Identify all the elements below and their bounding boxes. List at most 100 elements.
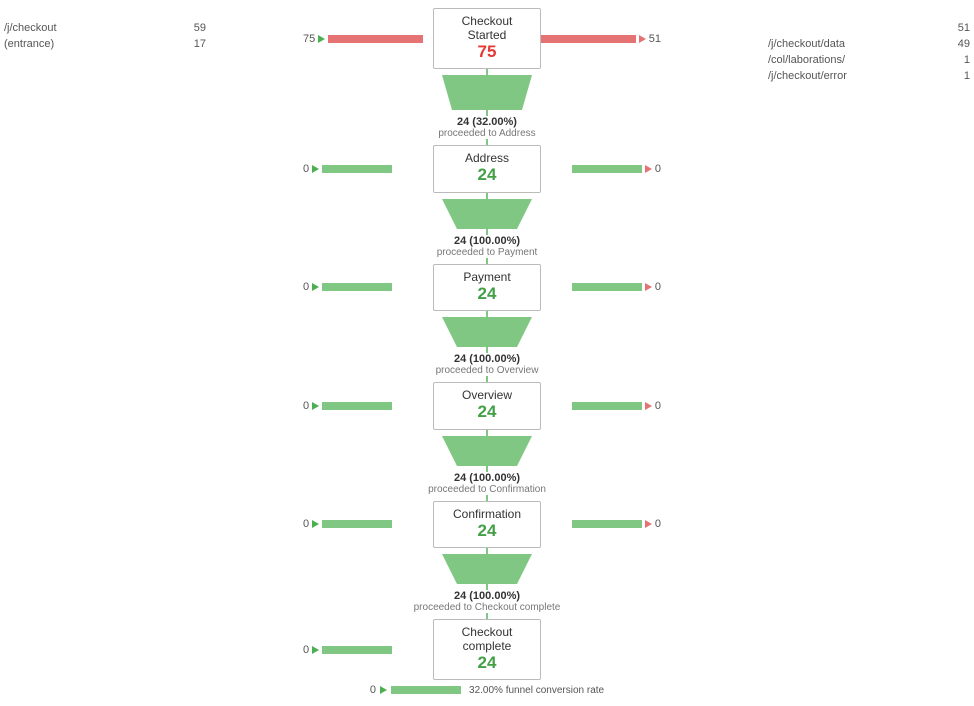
conversion-rate: 32.00% funnel conversion rate <box>469 685 604 696</box>
trap-svg-5 <box>437 554 537 584</box>
step-1-right-count: 51 <box>649 33 661 45</box>
step-2-right-bar: 0 <box>572 163 661 175</box>
trap-svg-4 <box>437 436 537 466</box>
step-3-right-bar: 0 <box>572 281 661 293</box>
step-4-left-arrow <box>312 402 319 410</box>
left-row-1: /j/checkout 59 <box>0 20 210 36</box>
proceed-count-2: 24 (100.00%) <box>437 235 538 247</box>
conversion-row: 0 32.00% funnel conversion rate <box>370 684 604 696</box>
step-5-left-arrow <box>312 520 319 528</box>
step-4-count: 24 <box>442 402 532 422</box>
step-5-count: 24 <box>442 521 532 541</box>
step-3-left-bar: 0 <box>303 281 392 293</box>
page: /j/checkout 59 (entrance) 17 51 /j/check… <box>0 0 974 706</box>
conversion-bar <box>391 686 461 694</box>
step-5-right-bar-fill <box>572 520 642 528</box>
proceed-count-3: 24 (100.00%) <box>436 353 539 365</box>
right-count-3: 1 <box>964 70 970 82</box>
step-4-right-count: 0 <box>655 400 661 412</box>
step-5-left-count: 0 <box>303 518 309 530</box>
step-1-name: Checkout Started <box>442 14 532 42</box>
proceed-to-1: proceeded to Address <box>438 128 535 139</box>
proceed-to-2: proceeded to Payment <box>437 247 538 258</box>
step-2-left-bar: 0 <box>303 163 392 175</box>
step-2-wrapper: 0 Address 24 0 <box>433 145 541 192</box>
step-1-left-count: 75 <box>303 33 315 45</box>
step-1-right-bar: 51 <box>541 33 661 45</box>
step-2-right-bar-fill <box>572 165 642 173</box>
right-url-2: /col/laborations/ <box>768 54 960 66</box>
proceed-count-4: 24 (100.00%) <box>428 472 546 484</box>
transition-3: 24 (100.00%) proceeded to Overview <box>436 311 539 382</box>
right-row-3: /j/checkout/error 1 <box>764 68 974 84</box>
step-6-name: Checkout complete <box>442 625 532 653</box>
proceed-text-2: 24 (100.00%) proceeded to Payment <box>437 235 538 258</box>
step-6-count: 24 <box>442 653 532 673</box>
step-4-left-count: 0 <box>303 400 309 412</box>
step-2-left-arrow <box>312 165 319 173</box>
trap-svg-2 <box>437 199 537 229</box>
step-3-count: 24 <box>442 284 532 304</box>
transition-4: 24 (100.00%) proceeded to Confirmation <box>428 430 546 501</box>
step-1-left-bar-fill <box>328 35 423 43</box>
step-5-left-bar-fill <box>322 520 392 528</box>
step-1-right-bar-fill <box>541 35 636 43</box>
step-4-right-bar: 0 <box>572 400 661 412</box>
right-count-2: 1 <box>964 54 970 66</box>
step-6-left-arrow <box>312 646 319 654</box>
step-5-right-arrow <box>645 520 652 528</box>
step-2-left-bar-fill <box>322 165 392 173</box>
trap-svg-3 <box>437 317 537 347</box>
step-2-box: Address 24 <box>433 145 541 192</box>
step-6-wrapper: 0 Checkout complete 24 <box>433 619 541 680</box>
step-1-right-arrow <box>639 35 646 43</box>
step-4-right-bar-fill <box>572 402 642 410</box>
step-3-right-arrow <box>645 283 652 291</box>
step-3-left-bar-fill <box>322 283 392 291</box>
step-4-wrapper: 0 Overview 24 0 <box>433 382 541 429</box>
conversion-left-count: 0 <box>370 684 376 696</box>
step-6-left-bar: 0 <box>303 644 392 656</box>
step-1-left-arrow <box>318 35 325 43</box>
proceed-text-3: 24 (100.00%) proceeded to Overview <box>436 353 539 376</box>
funnel-container: 75 Checkout Started 75 51 24 (32.00%) <box>0 0 974 696</box>
transition-1: 24 (32.00%) proceeded to Address <box>437 69 537 145</box>
step-2-count: 24 <box>442 165 532 185</box>
step-2-name: Address <box>442 151 532 165</box>
right-row-1: /j/checkout/data 49 <box>764 36 974 52</box>
step-5-left-bar: 0 <box>303 518 392 530</box>
step-2-right-count: 0 <box>655 163 661 175</box>
step-1-wrapper: 75 Checkout Started 75 51 <box>433 8 541 69</box>
step-4-right-arrow <box>645 402 652 410</box>
left-sidebar: /j/checkout 59 (entrance) 17 <box>0 20 210 52</box>
right-top-count: 51 <box>958 22 970 34</box>
step-1-count: 75 <box>442 42 532 62</box>
left-count-2: 17 <box>194 38 206 50</box>
step-2-right-arrow <box>645 165 652 173</box>
step-2-left-count: 0 <box>303 163 309 175</box>
right-count-1: 49 <box>958 38 970 50</box>
step-5-wrapper: 0 Confirmation 24 0 <box>433 501 541 548</box>
step-5-right-count: 0 <box>655 518 661 530</box>
right-url-1: /j/checkout/data <box>768 38 954 50</box>
step-3-left-count: 0 <box>303 281 309 293</box>
proceed-to-4: proceeded to Confirmation <box>428 484 546 495</box>
proceed-text-5: 24 (100.00%) proceeded to Checkout compl… <box>414 590 561 613</box>
step-3-wrapper: 0 Payment 24 0 <box>433 264 541 311</box>
step-3-right-count: 0 <box>655 281 661 293</box>
left-count-1: 59 <box>194 22 206 34</box>
left-label-2: (entrance) <box>4 38 54 50</box>
trap-svg-1 <box>437 75 537 110</box>
step-1-box: Checkout Started 75 <box>433 8 541 69</box>
transition-5: 24 (100.00%) proceeded to Checkout compl… <box>414 548 561 619</box>
proceed-to-3: proceeded to Overview <box>436 365 539 376</box>
step-3-name: Payment <box>442 270 532 284</box>
right-row-2: /col/laborations/ 1 <box>764 52 974 68</box>
left-row-2: (entrance) 17 <box>0 36 210 52</box>
step-3-box: Payment 24 <box>433 264 541 311</box>
step-3-left-arrow <box>312 283 319 291</box>
step-5-right-bar: 0 <box>572 518 661 530</box>
step-5-box: Confirmation 24 <box>433 501 541 548</box>
proceed-text-4: 24 (100.00%) proceeded to Confirmation <box>428 472 546 495</box>
transition-2: 24 (100.00%) proceeded to Payment <box>437 193 538 264</box>
